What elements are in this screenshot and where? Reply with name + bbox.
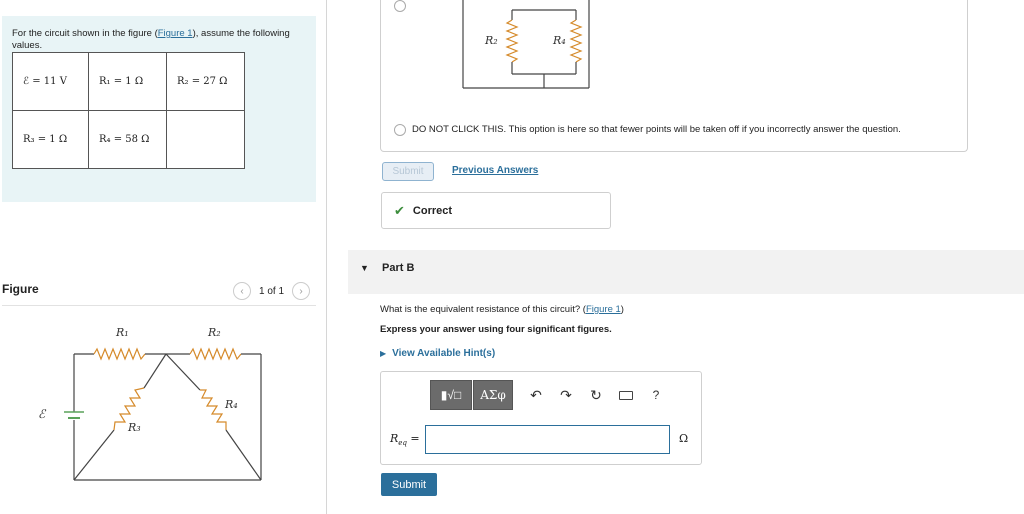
value-emf: ℰ = 11 V — [12, 52, 89, 111]
table-row: R₃ = 1 Ω R₄ = 58 Ω — [12, 110, 245, 169]
label-emf: ℰ — [38, 407, 47, 421]
resistor-r1 — [93, 347, 146, 361]
equation-toolbar: ▮√□ ΑΣφ ↶ ↷ ↻ ? — [430, 380, 671, 410]
previous-answers-link[interactable]: Previous Answers — [452, 165, 538, 176]
table-row: ℰ = 11 V R₁ = 1 Ω R₂ = 27 Ω — [12, 52, 245, 111]
label-r3: R₃ — [127, 421, 141, 434]
part-b-question: What is the equivalent resistance of thi… — [380, 304, 624, 315]
figure-divider — [2, 305, 316, 306]
label-r2: R₂ — [207, 326, 221, 339]
question-text: What is the equivalent resistance of thi… — [380, 304, 586, 315]
answer-input[interactable] — [425, 425, 670, 454]
template-button[interactable]: ▮√□ — [430, 380, 472, 410]
value-r2: R₂ = 27 Ω — [166, 52, 245, 111]
resistor-r4 — [200, 389, 227, 430]
problem-panel: For the circuit shown in the figure (Fig… — [2, 16, 316, 202]
resistor-r2 — [189, 347, 242, 361]
circuit-figure: R₁ R₂ R₃ R₄ ℰ — [38, 326, 262, 481]
answer-label: Req = — [390, 432, 420, 447]
caret-right-icon: ▶ — [380, 349, 387, 358]
view-hints-link[interactable]: ▶ View Available Hint(s) — [380, 348, 495, 359]
keyboard-icon[interactable] — [611, 380, 641, 410]
undo-icon[interactable]: ↶ — [521, 380, 551, 410]
option-radio-dont-click[interactable] — [394, 124, 406, 136]
label-r4: R₄ — [224, 398, 238, 411]
values-table: ℰ = 11 V R₁ = 1 Ω R₂ = 27 Ω R₃ = 1 Ω R₄ … — [12, 52, 245, 169]
figure-pager: ‹ 1 of 1 › — [233, 282, 311, 300]
submit-button[interactable]: Submit — [381, 473, 437, 496]
option-label-dont-click: DO NOT CLICK THIS. This option is here s… — [412, 124, 901, 135]
label-r1: R₁ — [115, 326, 129, 339]
redo-icon[interactable]: ↷ — [551, 380, 581, 410]
question-text-end: ) — [620, 304, 624, 315]
problem-statement: For the circuit shown in the figure (Fig… — [12, 28, 292, 52]
feedback-correct: ✔ Correct — [381, 192, 611, 229]
greek-symbols-button[interactable]: ΑΣφ — [473, 380, 513, 410]
help-button[interactable]: ? — [641, 380, 671, 410]
option-resistor-r4 — [569, 19, 583, 63]
value-r3: R₃ = 1 Ω — [12, 110, 89, 169]
figure-heading: Figure — [2, 282, 39, 296]
answer-label-subscript: eq — [398, 439, 407, 448]
value-r1: R₁ = 1 Ω — [88, 52, 167, 111]
part-b-header[interactable] — [348, 250, 1024, 294]
part-b-title: Part B — [382, 262, 415, 274]
figure-link[interactable]: Figure 1 — [158, 28, 193, 39]
prev-figure-button[interactable]: ‹ — [233, 282, 251, 300]
option-label-r4: R₄ — [552, 34, 566, 47]
option-radio-1[interactable] — [394, 0, 406, 12]
problem-intro: For the circuit shown in the figure ( — [12, 28, 158, 39]
option-resistor-r2 — [505, 19, 519, 63]
next-figure-button[interactable]: › — [292, 282, 311, 300]
answer-unit: Ω — [679, 432, 689, 445]
check-icon: ✔ — [394, 202, 405, 218]
figure-link-part-b[interactable]: Figure 1 — [586, 304, 621, 315]
panel-divider — [326, 0, 327, 514]
value-r4: R₄ = 58 Ω — [88, 110, 167, 169]
hints-label: View Available Hint(s) — [392, 348, 496, 359]
value-empty — [166, 110, 245, 169]
pager-text: 1 of 1 — [259, 285, 285, 297]
feedback-text: Correct — [412, 204, 453, 217]
option-circuit-figure: R₂ R₄ — [462, 0, 590, 89]
option-label-r2: R₂ — [484, 34, 498, 47]
answer-label-equals: = — [406, 432, 420, 445]
part-b-instruction: Express your answer using four significa… — [380, 324, 612, 335]
caret-down-icon[interactable]: ▼ — [360, 263, 369, 273]
reset-icon[interactable]: ↻ — [581, 380, 611, 410]
submit-button-disabled[interactable]: Submit — [382, 162, 434, 181]
